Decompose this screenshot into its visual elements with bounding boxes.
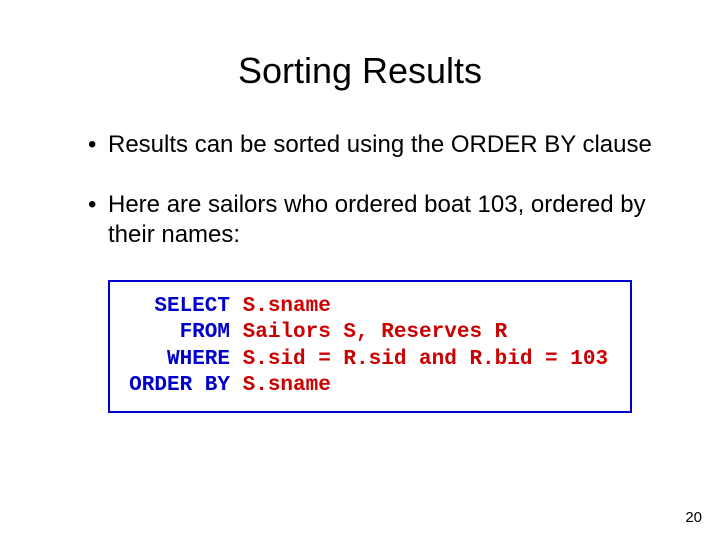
sql-keyword: WHERE bbox=[124, 347, 230, 373]
sql-body: S.sname bbox=[243, 374, 331, 397]
sql-keyword: FROM bbox=[124, 320, 230, 346]
code-line: FROM Sailors S, Reserves R bbox=[124, 320, 616, 346]
sql-body: S.sid = R.sid and R.bid = 103 bbox=[243, 348, 608, 371]
sql-code-box: SELECT S.sname FROM Sailors S, Reserves … bbox=[108, 280, 632, 413]
bullet-list: Results can be sorted using the ORDER BY… bbox=[60, 130, 660, 250]
sql-keyword: SELECT bbox=[124, 294, 230, 320]
page-number: 20 bbox=[685, 509, 702, 526]
bullet-item: Results can be sorted using the ORDER BY… bbox=[88, 130, 660, 160]
sql-body: S.sname bbox=[243, 295, 331, 318]
code-line: SELECT S.sname bbox=[124, 294, 616, 320]
sql-keyword: ORDER BY bbox=[124, 373, 230, 399]
bullet-item: Here are sailors who ordered boat 103, o… bbox=[88, 190, 660, 250]
sql-body: Sailors S, Reserves R bbox=[243, 321, 508, 344]
slide-title: Sorting Results bbox=[60, 50, 660, 92]
slide: Sorting Results Results can be sorted us… bbox=[0, 0, 720, 540]
code-line: WHERE S.sid = R.sid and R.bid = 103 bbox=[124, 347, 616, 373]
code-line: ORDER BY S.sname bbox=[124, 373, 616, 399]
